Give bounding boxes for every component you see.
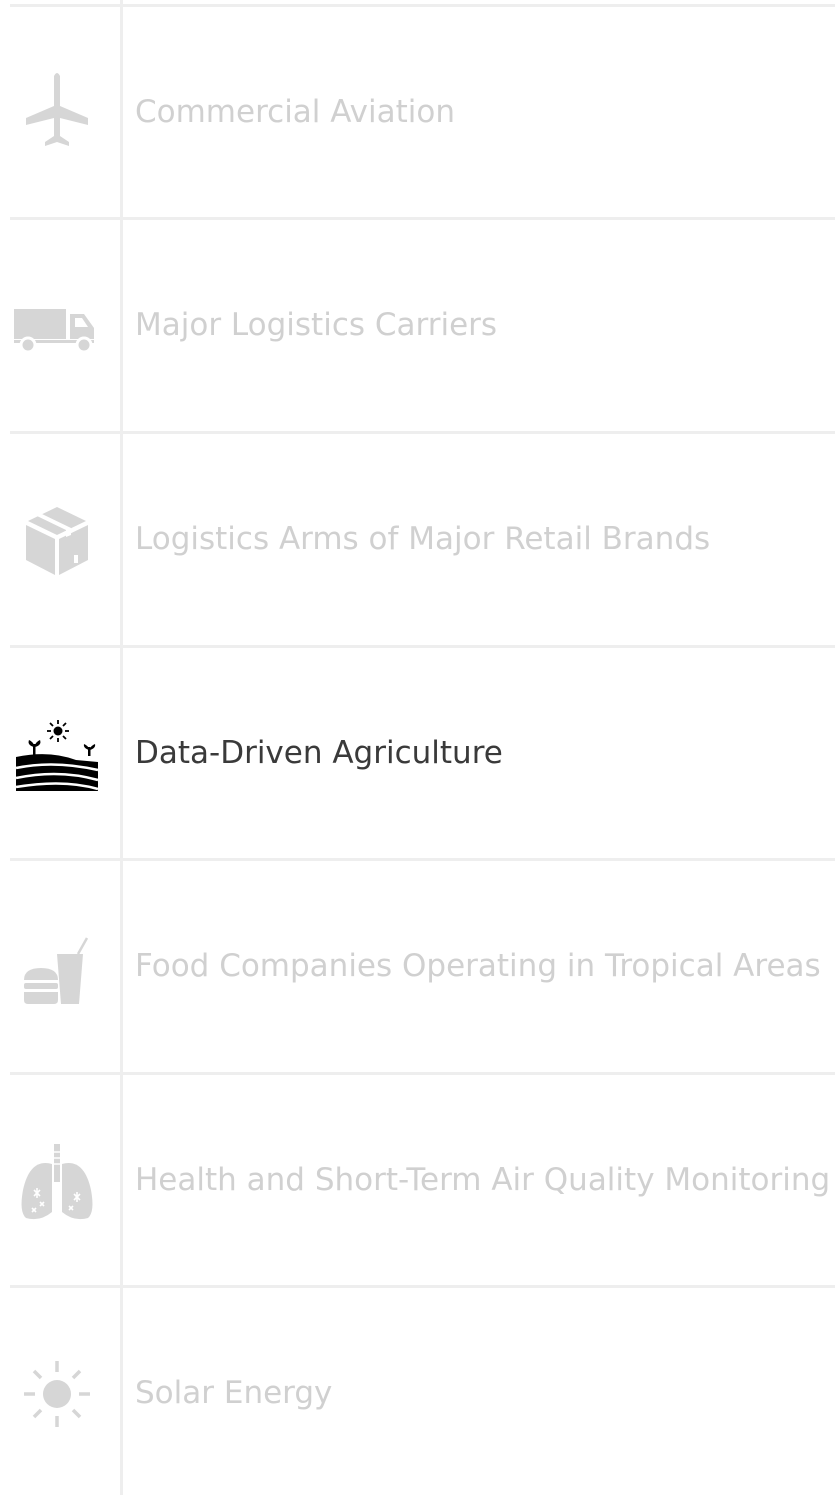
menu-item-data-driven-agriculture[interactable]: Data-Driven Agriculture bbox=[0, 648, 835, 861]
menu-item-label: Logistics Arms of Major Retail Brands bbox=[135, 521, 711, 557]
menu-item-major-logistics-carriers[interactable]: Major Logistics Carriers bbox=[0, 220, 835, 433]
menu-item-label: Commercial Aviation bbox=[135, 94, 455, 130]
menu-item-solar-energy[interactable]: Solar Energy bbox=[0, 1288, 835, 1501]
menu-item-label: Food Companies Operating in Tropical Are… bbox=[135, 948, 821, 984]
menu-item-label: Major Logistics Carriers bbox=[135, 307, 498, 343]
farm-field-icon bbox=[14, 711, 100, 797]
lungs-icon bbox=[14, 1138, 100, 1224]
sun-icon bbox=[14, 1351, 100, 1437]
package-box-icon bbox=[14, 497, 100, 583]
menu-item-label: Data-Driven Agriculture bbox=[135, 735, 503, 771]
menu-item-label: Health and Short-Term Air Quality Monito… bbox=[135, 1162, 831, 1198]
menu-item-health-air-quality[interactable]: Health and Short-Term Air Quality Monito… bbox=[0, 1075, 835, 1288]
fast-food-icon bbox=[14, 924, 100, 1010]
menu-item-label: Solar Energy bbox=[135, 1375, 333, 1411]
truck-icon bbox=[14, 283, 100, 369]
menu-item-logistics-arms-retail[interactable]: Logistics Arms of Major Retail Brands bbox=[0, 434, 835, 647]
airplane-icon bbox=[14, 70, 100, 156]
menu-item-food-companies-tropical[interactable]: Food Companies Operating in Tropical Are… bbox=[0, 861, 835, 1074]
menu-item-commercial-aviation[interactable]: Commercial Aviation bbox=[0, 7, 835, 220]
